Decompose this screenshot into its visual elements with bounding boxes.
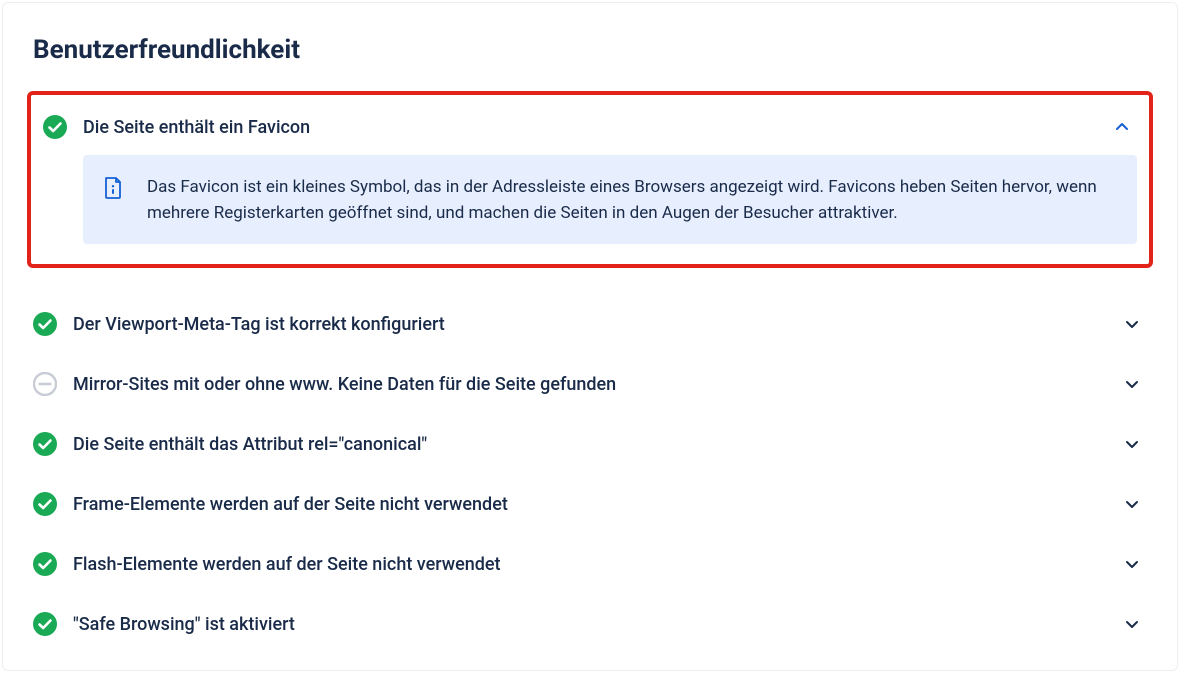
chevron-down-icon[interactable] [1125, 497, 1139, 511]
check-item-favicon[interactable]: Die Seite enthält ein Favicon [31, 95, 1149, 145]
file-info-icon [103, 177, 123, 199]
check-ok-icon [33, 432, 57, 456]
item-title: Flash-Elemente werden auf der Seite nich… [73, 554, 1117, 575]
info-box: Das Favicon ist ein kleines Symbol, das … [83, 155, 1137, 244]
chevron-down-icon[interactable] [1125, 557, 1139, 571]
section-title: Benutzerfreundlichkeit [33, 35, 1147, 65]
check-ok-icon [33, 612, 57, 636]
chevron-down-icon[interactable] [1125, 317, 1139, 331]
chevron-down-icon[interactable] [1125, 617, 1139, 631]
highlighted-item-box: Die Seite enthält ein Favicon Das Favico… [27, 91, 1153, 268]
usability-panel: Benutzerfreundlichkeit Die Seite enthält… [2, 2, 1178, 671]
check-item-canonical[interactable]: Die Seite enthält das Attribut rel="cano… [27, 414, 1153, 474]
item-title: Der Viewport-Meta-Tag ist korrekt konfig… [73, 314, 1117, 335]
check-ok-icon [33, 552, 57, 576]
item-title: "Safe Browsing" ist aktiviert [73, 614, 1117, 635]
check-ok-icon [33, 492, 57, 516]
status-neutral-icon [33, 372, 57, 396]
info-text: Das Favicon ist ein kleines Symbol, das … [147, 175, 1117, 226]
chevron-up-icon[interactable] [1115, 120, 1129, 134]
item-title: Frame-Elemente werden auf der Seite nich… [73, 494, 1117, 515]
check-item-flash[interactable]: Flash-Elemente werden auf der Seite nich… [27, 534, 1153, 594]
check-item-mirror-sites[interactable]: Mirror-Sites mit oder ohne www. Keine Da… [27, 354, 1153, 414]
check-ok-icon [43, 115, 67, 139]
check-item-frames[interactable]: Frame-Elemente werden auf der Seite nich… [27, 474, 1153, 534]
check-item-viewport[interactable]: Der Viewport-Meta-Tag ist korrekt konfig… [27, 294, 1153, 354]
item-title: Mirror-Sites mit oder ohne www. Keine Da… [73, 374, 1117, 395]
item-title: Die Seite enthält das Attribut rel="cano… [73, 434, 1117, 455]
item-title: Die Seite enthält ein Favicon [83, 117, 1107, 138]
chevron-down-icon[interactable] [1125, 377, 1139, 391]
chevron-down-icon[interactable] [1125, 437, 1139, 451]
check-item-safe-browsing[interactable]: "Safe Browsing" ist aktiviert [27, 594, 1153, 654]
check-ok-icon [33, 312, 57, 336]
